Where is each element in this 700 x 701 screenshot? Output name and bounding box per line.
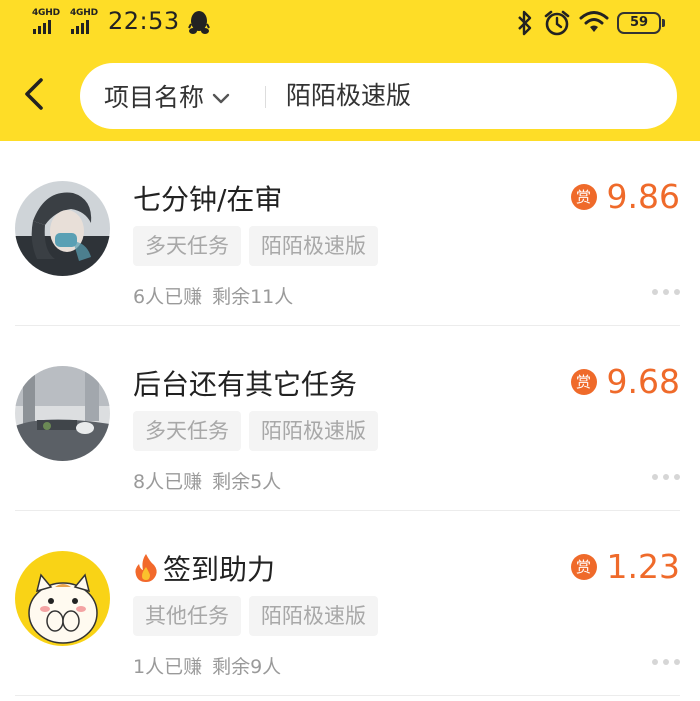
signal-bars-icon [33, 20, 51, 34]
avatar [15, 551, 110, 646]
more-options-icon[interactable] [652, 659, 680, 665]
task-meta: 8人已赚 剩余5人 [133, 467, 281, 494]
fire-icon [133, 553, 159, 590]
bluetooth-icon [516, 9, 534, 41]
earned-count: 8人已赚 [133, 471, 203, 493]
search-input[interactable]: 陌陌极速版 [286, 63, 411, 129]
status-time: 22:53 [108, 7, 180, 35]
task-title: 七分钟/在审 [133, 183, 283, 216]
task-title: 后台还有其它任务 [133, 368, 358, 401]
reward-badge: 赏 [570, 183, 597, 210]
earned-count: 1人已赚 [133, 656, 203, 678]
divider [15, 695, 680, 696]
search-divider [265, 86, 266, 108]
signal-bars-icon [71, 20, 89, 34]
alarm-icon [543, 9, 571, 41]
signal-2: 4GHD [70, 8, 102, 34]
task-tag: 多天任务 [133, 226, 241, 266]
earned-count: 6人已赚 [133, 286, 203, 308]
reward-amount: 9.86 [606, 177, 680, 216]
reward-amount: 9.68 [606, 362, 680, 401]
reward-badge: 赏 [570, 553, 597, 580]
task-tag: 其他任务 [133, 596, 241, 636]
back-button[interactable] [16, 74, 52, 118]
task-title: 签到助力 [133, 548, 275, 590]
remaining-count: 剩余5人 [212, 471, 282, 493]
header-bar: 4GHD 4GHD 22:53 59 项目名称 陌陌极速版 [0, 0, 700, 141]
task-tag: 陌陌极速版 [249, 226, 378, 266]
avatar [15, 181, 110, 276]
avatar [15, 366, 110, 461]
task-tag: 多天任务 [133, 411, 241, 451]
task-reward: 赏 9.86 [570, 177, 680, 216]
task-title-text: 签到助力 [163, 553, 276, 586]
task-meta: 6人已赚 剩余11人 [133, 282, 293, 309]
status-bar: 4GHD 4GHD 22:53 59 [0, 0, 700, 46]
more-options-icon[interactable] [652, 474, 680, 480]
task-item[interactable]: 签到助力 赏 1.23 其他任务 陌陌极速版 1人已赚 剩余9人 [0, 511, 700, 696]
task-reward: 赏 1.23 [570, 547, 680, 586]
reward-amount: 1.23 [606, 547, 680, 586]
chevron-left-icon [22, 77, 46, 115]
wifi-icon [579, 9, 609, 39]
more-options-icon[interactable] [652, 289, 680, 295]
task-tags: 多天任务 陌陌极速版 [133, 411, 378, 451]
chevron-down-icon [204, 82, 230, 111]
remaining-count: 剩余11人 [212, 286, 294, 308]
qq-icon [188, 10, 210, 40]
remaining-count: 剩余9人 [212, 656, 282, 678]
network-type-2: 4GHD [70, 8, 98, 18]
project-name-filter[interactable]: 项目名称 [104, 63, 230, 129]
task-item[interactable]: 后台还有其它任务 赏 9.68 多天任务 陌陌极速版 8人已赚 剩余5人 [0, 326, 700, 511]
task-meta: 1人已赚 剩余9人 [133, 652, 281, 679]
task-item[interactable]: 七分钟/在审 赏 9.86 多天任务 陌陌极速版 6人已赚 剩余11人 [0, 141, 700, 326]
task-tag: 陌陌极速版 [249, 411, 378, 451]
search-bar[interactable]: 项目名称 陌陌极速版 [80, 63, 677, 129]
task-tags: 其他任务 陌陌极速版 [133, 596, 378, 636]
network-type-1: 4GHD [32, 8, 60, 18]
filter-label: 项目名称 [104, 83, 205, 112]
task-tags: 多天任务 陌陌极速版 [133, 226, 378, 266]
signal-1: 4GHD [32, 8, 64, 34]
task-reward: 赏 9.68 [570, 362, 680, 401]
task-tag: 陌陌极速版 [249, 596, 378, 636]
reward-badge: 赏 [570, 368, 597, 395]
battery-icon: 59 [617, 12, 665, 34]
